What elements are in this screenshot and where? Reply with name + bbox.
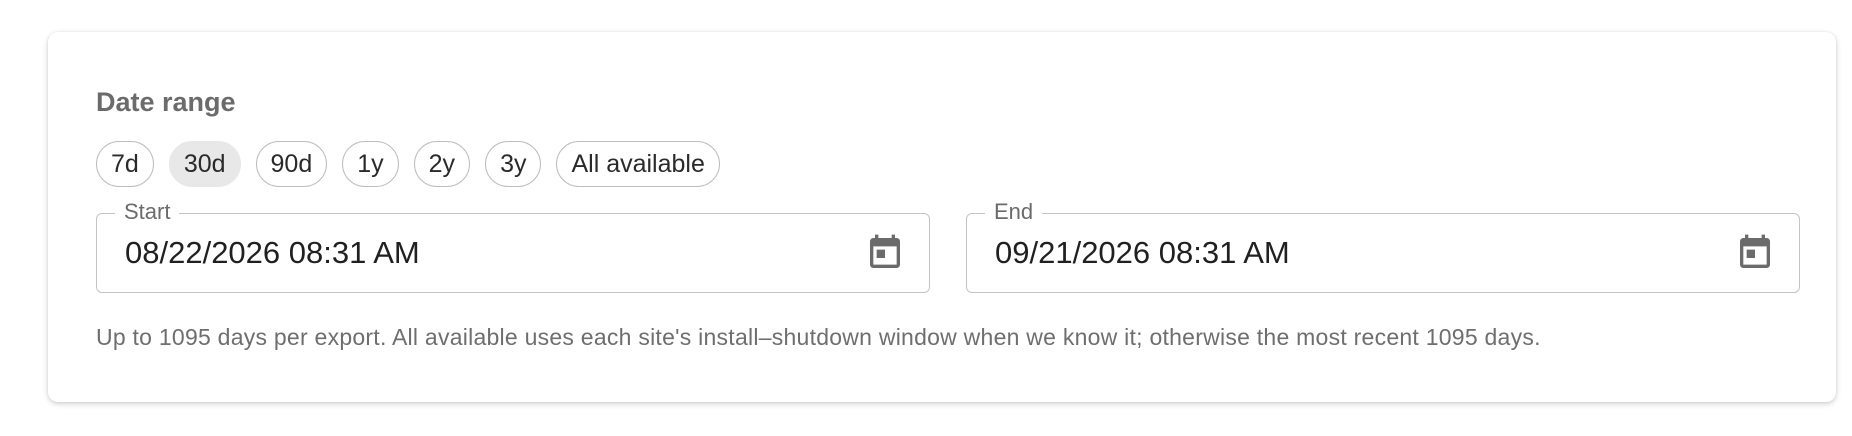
preset-chip-30d[interactable]: 30d bbox=[168, 141, 241, 187]
section-title: Date range bbox=[96, 87, 236, 117]
preset-chip-group: 7d 30d 90d 1y 2y 3y All available bbox=[96, 141, 720, 187]
date-range-card: Date range 7d 30d 90d 1y 2y 3y All avail… bbox=[48, 32, 1836, 402]
end-date-field[interactable]: End 09/21/2026 08:31 AM bbox=[966, 198, 1800, 293]
preset-chip-2y[interactable]: 2y bbox=[413, 141, 471, 187]
preset-chip-1y[interactable]: 1y bbox=[342, 141, 399, 187]
preset-chip-all-available[interactable]: All available bbox=[556, 141, 720, 187]
start-date-input[interactable]: 08/22/2026 08:31 AM bbox=[125, 234, 420, 272]
preset-chip-3y[interactable]: 3y bbox=[485, 141, 542, 187]
start-date-label: Start bbox=[115, 198, 180, 226]
preset-chip-90d[interactable]: 90d bbox=[255, 141, 328, 187]
calendar-icon[interactable] bbox=[865, 232, 905, 274]
helper-text: Up to 1095 days per export. All availabl… bbox=[96, 324, 1541, 350]
end-date-label: End bbox=[985, 198, 1043, 226]
preset-chip-7d[interactable]: 7d bbox=[96, 141, 154, 187]
end-date-input[interactable]: 09/21/2026 08:31 AM bbox=[995, 234, 1290, 272]
start-date-field[interactable]: Start 08/22/2026 08:31 AM bbox=[96, 198, 930, 293]
calendar-icon[interactable] bbox=[1735, 232, 1775, 274]
